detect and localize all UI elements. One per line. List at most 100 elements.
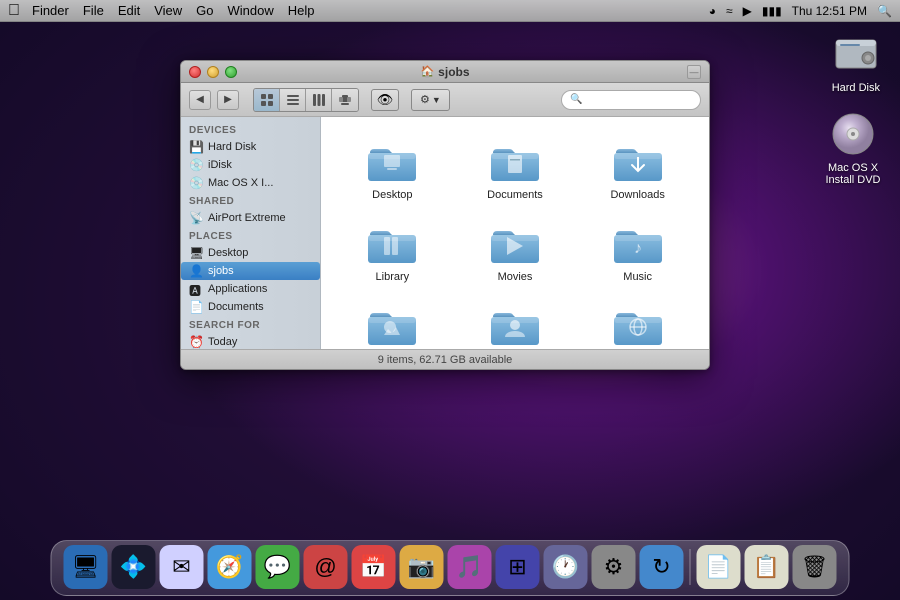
folder-desktop[interactable]: Desktop (331, 127, 454, 209)
apps-icon: 🅰 (189, 282, 203, 296)
folder-sites[interactable]: Sites (576, 291, 699, 349)
dvd-image (829, 110, 877, 158)
battery-icon[interactable]: ▮▮▮ (762, 4, 782, 18)
dock-item-iphoto[interactable]: 📷 (400, 545, 444, 589)
sidebar-section-devices: DEVICES (181, 121, 320, 138)
dock-item-mail[interactable]: ✉ (160, 545, 204, 589)
music-label: Music (623, 271, 652, 283)
folder-pictures[interactable]: Pictures (331, 291, 454, 349)
minimize-button[interactable] (207, 66, 219, 78)
sidebar-item-sjobs[interactable]: 👤sjobs (181, 262, 320, 280)
folder-public[interactable]: Public (454, 291, 577, 349)
finder-statusbar: 9 items, 62.71 GB available (181, 349, 709, 369)
menubar-right: ◕ ≈ ▶ ▮▮▮ Thu 12:51 PM 🔍 (709, 4, 892, 18)
hard-disk-image (832, 30, 880, 78)
window-resize-button[interactable]: ― (687, 65, 701, 79)
dock-item-preview[interactable]: 📄 (697, 545, 741, 589)
dock-item-exposé[interactable]: ⊞ (496, 545, 540, 589)
back-button[interactable]: ◀ (189, 90, 211, 110)
menubar:  Finder File Edit View Go Window Help ◕… (0, 0, 900, 22)
downloads-label: Downloads (610, 189, 664, 201)
finder-sidebar: DEVICES 💾 Hard Disk 💿iDisk💿Mac OS X I...SHA… (181, 117, 321, 349)
traffic-lights (189, 66, 237, 78)
forward-button[interactable]: ▶ (217, 90, 239, 110)
dock-item-preview2[interactable]: 📋 (745, 545, 789, 589)
maximize-button[interactable] (225, 66, 237, 78)
icon-view-button[interactable] (254, 89, 280, 111)
menu-help[interactable]: Help (288, 3, 315, 18)
desktop-folder-icon (364, 135, 420, 185)
folder-downloads[interactable]: Downloads (576, 127, 699, 209)
sidebar-section-shared: SHARED (181, 192, 320, 209)
user-icon: 👤 (189, 264, 203, 278)
airport-icon: 📡 (189, 211, 203, 225)
sidebar-item-label: Today (208, 336, 237, 348)
dock-item-itunes[interactable]: 🎵 (448, 545, 492, 589)
public-folder-icon (487, 299, 543, 349)
dock-item-safari[interactable]: 🧭 (208, 545, 252, 589)
view-mode-buttons (253, 88, 359, 112)
menu-view[interactable]: View (154, 3, 182, 18)
dock-item-ical[interactable]: 📅 (352, 545, 396, 589)
movies-label: Movies (498, 271, 533, 283)
sidebar-item-today[interactable]: ⏰ Today (181, 333, 320, 349)
eye-button[interactable]: 👁 (371, 89, 399, 111)
window-title: 🏠 sjobs (420, 65, 469, 79)
pictures-folder-icon (364, 299, 420, 349)
sidebar-item-airport-extreme[interactable]: 📡 AirPort Extreme (181, 209, 320, 227)
sites-folder-icon (610, 299, 666, 349)
spotlight-icon[interactable]: 🔍 (877, 4, 892, 18)
menu-go[interactable]: Go (196, 3, 213, 18)
dock-item-finder[interactable]: 🖥 (64, 545, 108, 589)
dock-item-unknown1[interactable]: ↻ (640, 545, 684, 589)
wifi-icon[interactable]: ≈ (726, 4, 733, 18)
folder-library[interactable]: Library (331, 209, 454, 291)
sidebar-item-idisk[interactable]: 💿iDisk (181, 156, 320, 174)
dock-item-timemachine[interactable]: 🕐 (544, 545, 588, 589)
folder-music[interactable]: ♪ Music (576, 209, 699, 291)
dock: 🖥💠✉🧭💬@📅📷🎵⊞🕐⚙↻ 📄📋🗑 (51, 540, 850, 596)
column-view-button[interactable] (306, 89, 332, 111)
menu-edit[interactable]: Edit (118, 3, 140, 18)
sidebar-item-desktop[interactable]: 🖥Desktop (181, 244, 320, 262)
hard-disk-icon[interactable]: Hard Disk (832, 30, 880, 94)
close-button[interactable] (189, 66, 201, 78)
dock-item-dashboard[interactable]: 💠 (112, 545, 156, 589)
action-button[interactable]: ⚙ ▼ (411, 89, 450, 111)
folder-movies[interactable]: Movies (454, 209, 577, 291)
sidebar-item-applications[interactable]: 🅰Applications (181, 280, 320, 298)
folder-documents[interactable]: Documents (454, 127, 577, 209)
volume-icon[interactable]: ▶ (743, 4, 752, 18)
library-label: Library (376, 271, 410, 283)
dock-item-ichat[interactable]: 💬 (256, 545, 300, 589)
disk-icon: 💿 (189, 158, 203, 172)
list-view-button[interactable] (280, 89, 306, 111)
movies-folder-icon (487, 217, 543, 267)
svg-text:♪: ♪ (634, 240, 642, 257)
music-folder-icon: ♪ (610, 217, 666, 267)
desktop-label: Desktop (372, 189, 412, 201)
apple-menu[interactable]:  (8, 2, 20, 20)
coverflow-view-button[interactable] (332, 89, 358, 111)
docs-icon: 📄 (189, 300, 203, 314)
sidebar-item-label: Hard Disk (208, 141, 256, 153)
dock-item-trash[interactable]: 🗑 (793, 545, 837, 589)
sidebar-item-documents[interactable]: 📄Documents (181, 298, 320, 316)
sidebar-item-label: AirPort Extreme (208, 212, 286, 224)
finder-toolbar: ◀ ▶ 👁 ⚙ ▼ 🔍 (181, 83, 709, 117)
menu-finder[interactable]: Finder (32, 3, 69, 18)
dock-separator (690, 549, 691, 585)
menu-file[interactable]: File (83, 3, 104, 18)
search-box[interactable]: 🔍 (561, 90, 701, 110)
clock-icon: ⏰ (189, 335, 203, 349)
menu-window[interactable]: Window (228, 3, 274, 18)
dock-item-addressbook[interactable]: @ (304, 545, 348, 589)
bluetooth-icon[interactable]: ◕ (709, 4, 716, 18)
dvd-icon[interactable]: Mac OS X Install DVD (818, 110, 888, 186)
sidebar-item-hard-disk[interactable]: 💾 Hard Disk (181, 138, 320, 156)
sidebar-item-mac-os-x-i[interactable]: 💿Mac OS X I... (181, 174, 320, 192)
hd-icon: 💾 (189, 140, 203, 154)
dock-item-systemprefs[interactable]: ⚙ (592, 545, 636, 589)
desktop-icon: 🖥 (189, 246, 203, 260)
documents-label: Documents (487, 189, 543, 201)
